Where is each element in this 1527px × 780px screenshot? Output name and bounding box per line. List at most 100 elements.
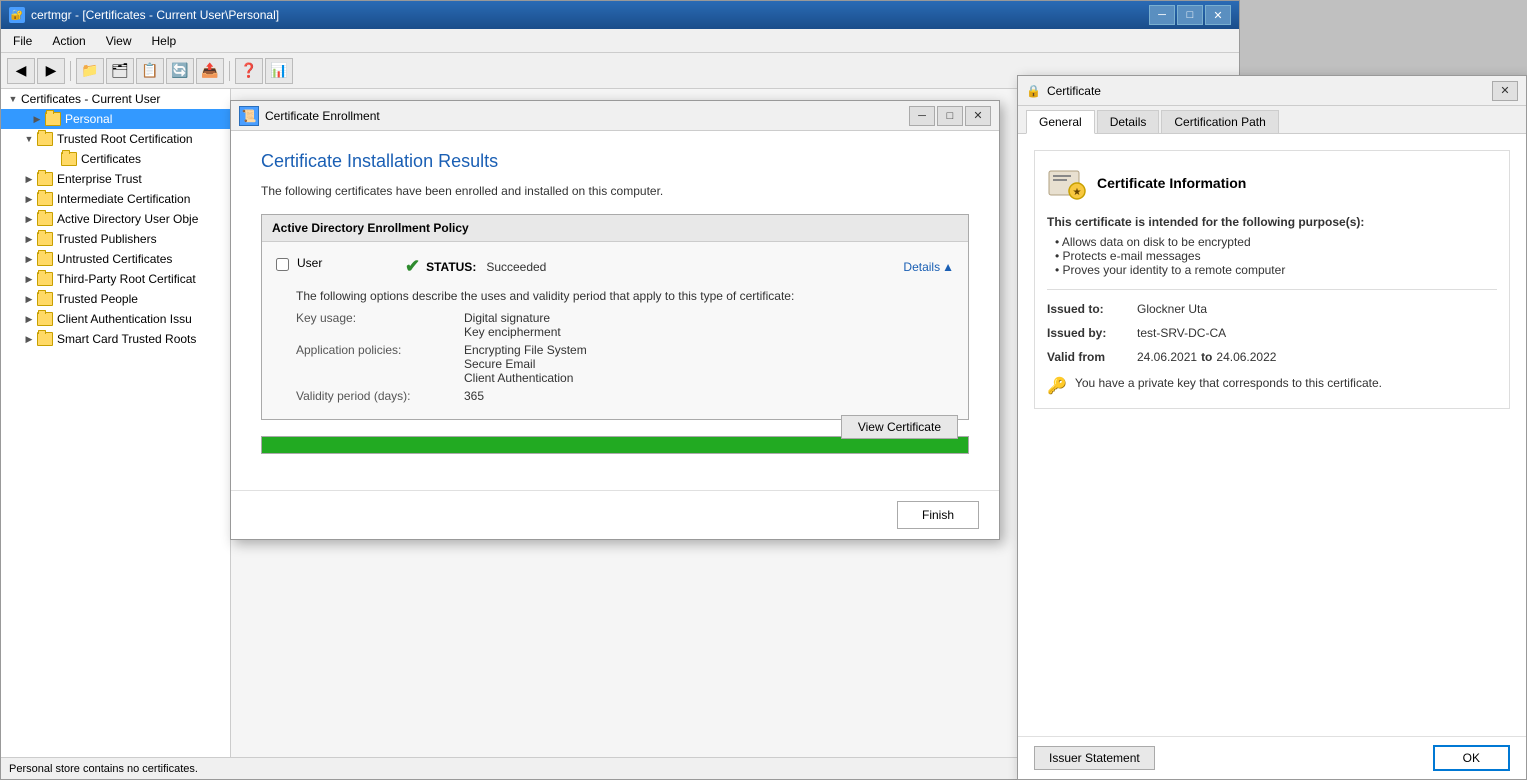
expander-third-party: ▶ xyxy=(21,271,37,287)
maximize-button[interactable]: □ xyxy=(1177,5,1203,25)
policy-section: Active Directory Enrollment Policy User … xyxy=(261,214,969,420)
sidebar-item-personal[interactable]: ▶ Personal xyxy=(1,109,230,129)
cert-valid-from-label: Valid from xyxy=(1047,350,1137,364)
forward-button[interactable]: ▶ xyxy=(37,58,65,84)
enrollment-maximize[interactable]: □ xyxy=(937,106,963,126)
enrollment-title: Certificate Enrollment xyxy=(265,109,380,123)
menu-action[interactable]: Action xyxy=(44,32,93,50)
cert-purpose-1: Protects e-mail messages xyxy=(1055,249,1497,263)
finish-button[interactable]: Finish xyxy=(897,501,979,529)
cert-divider xyxy=(1047,289,1497,290)
enrollment-description: The following certificates have been enr… xyxy=(261,184,969,198)
cert-valid-from-value: 24.06.2021 xyxy=(1137,350,1197,364)
expander-enterprise: ▶ xyxy=(21,171,37,187)
cert-valid-row: Valid from 24.06.2021 to 24.06.2022 xyxy=(1047,350,1497,364)
minimize-button[interactable]: ─ xyxy=(1149,5,1175,25)
cert-issued-to-value: Glockner Uta xyxy=(1137,302,1207,316)
sidebar-item-trusted-pub[interactable]: ▶ Trusted Publishers xyxy=(1,229,230,249)
title-bar-left: 🔐 certmgr - [Certificates - Current User… xyxy=(9,7,279,23)
ok-button[interactable]: OK xyxy=(1433,745,1510,771)
menu-file[interactable]: File xyxy=(5,32,40,50)
enrollment-title-bar: 📜 Certificate Enrollment ─ □ ✕ xyxy=(231,101,999,131)
cert-issued-by-value: test-SRV-DC-CA xyxy=(1137,326,1226,340)
expander-trusted-people: ▶ xyxy=(21,291,37,307)
expander-untrusted: ▶ xyxy=(21,251,37,267)
cert-dialog-footer: Issuer Statement OK xyxy=(1018,736,1526,779)
help-button[interactable]: ❓ xyxy=(235,58,263,84)
cert-issued-to-label: Issued to: xyxy=(1047,302,1137,316)
close-button[interactable]: ✕ xyxy=(1205,5,1231,25)
details-link-text: Details xyxy=(903,260,940,274)
menu-help[interactable]: Help xyxy=(144,32,185,50)
view-certificate-button[interactable]: View Certificate xyxy=(841,415,958,439)
export-button[interactable]: 📤 xyxy=(196,58,224,84)
enrollment-body: Certificate Installation Results The fol… xyxy=(231,131,999,490)
sidebar-label-untrusted: Untrusted Certificates xyxy=(57,252,172,266)
cert-row: User ✔ STATUS: Succeeded Details ▲ xyxy=(272,250,958,283)
sidebar-label-smart-card: Smart Card Trusted Roots xyxy=(57,332,196,346)
tab-certification-path[interactable]: Certification Path xyxy=(1161,110,1278,133)
key-usage-label: Key usage: xyxy=(296,311,456,339)
sidebar-item-root[interactable]: ▼ Certificates - Current User xyxy=(1,89,230,109)
folder-button[interactable]: 🗂 xyxy=(106,58,134,84)
sidebar-item-active-dir[interactable]: ▶ Active Directory User Obje xyxy=(1,209,230,229)
cert-dialog-body: General Details Certification Path ★ xyxy=(1018,106,1526,736)
copy-button[interactable]: 📋 xyxy=(136,58,164,84)
folder-icon-client-auth xyxy=(37,312,53,326)
sidebar-label-trusted-pub: Trusted Publishers xyxy=(57,232,157,246)
policy-body: User ✔ STATUS: Succeeded Details ▲ The f… xyxy=(262,242,968,419)
sidebar-label-trusted-people: Trusted People xyxy=(57,292,138,306)
sidebar-label-client-auth: Client Authentication Issu xyxy=(57,312,192,326)
cert-details: The following options describe the uses … xyxy=(296,289,958,403)
expander-client-auth: ▶ xyxy=(21,311,37,327)
cert-tabs: General Details Certification Path xyxy=(1018,106,1526,134)
enrollment-minimize[interactable]: ─ xyxy=(909,106,935,126)
details-desc: The following options describe the uses … xyxy=(296,289,958,303)
cert-issued-by-label: Issued by: xyxy=(1047,326,1137,340)
sidebar-item-trusted-people[interactable]: ▶ Trusted People xyxy=(1,289,230,309)
sidebar-item-intermediate[interactable]: ▶ Intermediate Certification xyxy=(1,189,230,209)
key-usage-values: Digital signature Key encipherment xyxy=(464,311,561,339)
cert-issued-to-row: Issued to: Glockner Uta xyxy=(1047,302,1497,316)
title-bar: 🔐 certmgr - [Certificates - Current User… xyxy=(1,1,1239,29)
sidebar-item-trusted-root[interactable]: ▼ Trusted Root Certification xyxy=(1,129,230,149)
properties-button[interactable]: 📊 xyxy=(265,58,293,84)
sidebar-label-trusted-root: Trusted Root Certification xyxy=(57,132,193,146)
folder-icon-trusted-root xyxy=(37,132,53,146)
sidebar-item-untrusted[interactable]: ▶ Untrusted Certificates xyxy=(1,249,230,269)
tab-details[interactable]: Details xyxy=(1097,110,1160,133)
enrollment-dialog: 📜 Certificate Enrollment ─ □ ✕ Certifica… xyxy=(230,100,1000,540)
status-area: ✔ STATUS: Succeeded Details ▲ xyxy=(405,256,954,277)
issuer-statement-button[interactable]: Issuer Statement xyxy=(1034,746,1155,770)
cert-checkbox[interactable] xyxy=(276,258,289,271)
sidebar-item-smart-card[interactable]: ▶ Smart Card Trusted Roots xyxy=(1,329,230,349)
expander-trusted-root: ▼ xyxy=(21,131,37,147)
cert-dialog-close[interactable]: ✕ xyxy=(1492,81,1518,101)
status-label: STATUS: xyxy=(426,260,476,274)
validity-row: Validity period (days): 365 xyxy=(296,389,958,403)
app-policies-values: Encrypting File System Secure Email Clie… xyxy=(464,343,587,385)
back-button[interactable]: ◀ xyxy=(7,58,35,84)
folder-icon-trusted-pub xyxy=(37,232,53,246)
sidebar-item-client-auth[interactable]: ▶ Client Authentication Issu xyxy=(1,309,230,329)
refresh-button[interactable]: 🔄 xyxy=(166,58,194,84)
sidebar-item-certificates[interactable]: Certificates xyxy=(1,149,230,169)
cert-info-box: ★ Certificate Information This certifica… xyxy=(1034,150,1510,409)
details-link[interactable]: Details ▲ xyxy=(903,260,954,274)
menu-view[interactable]: View xyxy=(98,32,140,50)
tab-general[interactable]: General xyxy=(1026,110,1095,134)
enrollment-close[interactable]: ✕ xyxy=(965,106,991,126)
sidebar-item-third-party[interactable]: ▶ Third-Party Root Certificat xyxy=(1,269,230,289)
cert-purpose-0: Allows data on disk to be encrypted xyxy=(1055,235,1497,249)
cert-key-row: 🔑 You have a private key that correspond… xyxy=(1047,376,1497,396)
cert-dialog: 🔒 Certificate ✕ General Details Certific… xyxy=(1017,75,1527,780)
cert-private-key-text: You have a private key that corresponds … xyxy=(1075,376,1382,390)
validity-value: 365 xyxy=(464,389,484,403)
cert-purpose-section: This certificate is intended for the fol… xyxy=(1047,215,1497,277)
folder-icon-intermediate xyxy=(37,192,53,206)
sidebar-item-enterprise[interactable]: ▶ Enterprise Trust xyxy=(1,169,230,189)
folder-up-button[interactable]: 📁 xyxy=(76,58,104,84)
cert-purpose-title: This certificate is intended for the fol… xyxy=(1047,215,1497,229)
key-usage-val-0: Digital signature xyxy=(464,311,561,325)
expander-root: ▼ xyxy=(5,91,21,107)
